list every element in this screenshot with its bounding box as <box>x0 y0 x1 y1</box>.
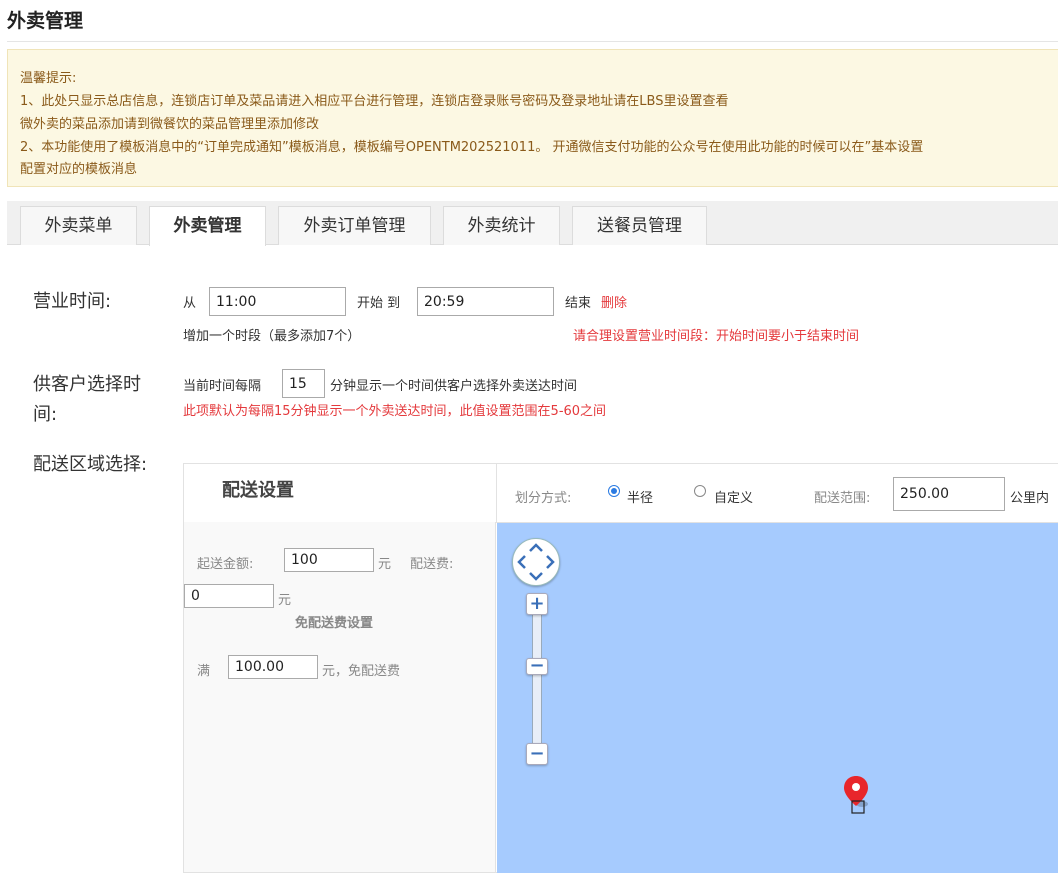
interval-suffix: 分钟显示一个时间供客户选择外卖送达时间 <box>330 379 578 394</box>
delivery-settings-title: 配送设置 <box>222 480 294 501</box>
free-delivery-title: 免配送费设置 <box>295 616 374 631</box>
map-zoom-handle[interactable]: − <box>526 657 548 675</box>
tab-order-management[interactable]: 外卖订单管理 <box>278 206 431 245</box>
start-to-label: 开始 到 <box>357 296 401 311</box>
notice-line-2: 微外卖的菜品添加请到微餐饮的菜品管理里添加修改 <box>20 117 320 132</box>
map-view[interactable] <box>497 523 1058 873</box>
tab-courier-management[interactable]: 送餐员管理 <box>572 206 707 245</box>
range-label: 配送范围: <box>814 491 871 506</box>
interval-prefix: 当前时间每隔 <box>183 379 262 394</box>
delivery-area-label: 配送区域选择: <box>33 454 148 475</box>
tab-takeout-management[interactable]: 外卖管理 <box>149 206 266 246</box>
division-method-label: 划分方式: <box>515 491 572 506</box>
add-time-slot-link[interactable]: 增加一个时段（最多添加7个） <box>183 325 360 344</box>
delete-slot-link[interactable]: 删除 <box>601 292 627 311</box>
time-warning: 请合理设置营业时间段：开始时间要小于结束时间 <box>573 329 860 344</box>
range-input[interactable] <box>893 477 1005 511</box>
from-label: 从 <box>183 296 197 311</box>
delivery-fee-input[interactable] <box>184 584 274 608</box>
min-amount-label: 起送金额: <box>197 557 254 572</box>
interval-hint: 此项默认为每隔15分钟显示一个外卖送达时间，此值设置范围在5-60之间 <box>183 404 607 419</box>
range-unit: 公里内 <box>1010 491 1050 506</box>
notice-line-4: 配置对应的模板消息 <box>20 162 138 177</box>
min-amount-unit: 元 <box>378 557 392 572</box>
map-marker-icon[interactable] <box>842 774 872 816</box>
custom-radio[interactable] <box>694 485 706 497</box>
delivery-fee-label: 配送费: <box>410 557 454 572</box>
start-time-input[interactable] <box>209 287 346 316</box>
notice-box: 温馨提示: 1、此处只显示总店信息，连锁店订单及菜品请进入相应平台进行管理，连锁… <box>7 49 1058 187</box>
min-amount-input[interactable] <box>284 548 374 572</box>
notice-line-3: 2、本功能使用了模板消息中的“订单完成通知”模板消息，模板编号OPENTM202… <box>20 140 924 155</box>
free-delivery-suffix: 元，免配送费 <box>322 664 401 679</box>
end-label: 结束 <box>565 296 592 311</box>
map-pan-control[interactable] <box>512 538 560 586</box>
tab-takeout-menu[interactable]: 外卖菜单 <box>20 206 137 245</box>
map-zoom-out-button[interactable]: − <box>526 743 548 765</box>
customer-time-label-2: 间: <box>33 404 58 425</box>
page-title: 外卖管理 <box>7 10 84 32</box>
fee-settings-panel <box>184 522 496 872</box>
free-delivery-threshold-input[interactable] <box>228 655 318 679</box>
tab-statistics[interactable]: 外卖统计 <box>443 206 560 245</box>
map-zoom-in-button[interactable]: + <box>526 593 548 615</box>
radius-radio[interactable] <box>608 485 620 497</box>
free-delivery-prefix: 满 <box>197 664 211 679</box>
map-zoom-slider[interactable] <box>532 614 542 744</box>
delivery-fee-unit: 元 <box>278 593 292 608</box>
business-hours-label: 营业时间: <box>33 291 112 312</box>
end-time-input[interactable] <box>417 287 554 316</box>
radius-option-label: 半径 <box>627 491 654 506</box>
customer-time-label-1: 供客户选择时 <box>33 374 141 395</box>
pan-arrows-icon <box>517 543 555 581</box>
notice-title: 温馨提示: <box>20 71 77 86</box>
notice-line-1: 1、此处只显示总店信息，连锁店订单及菜品请进入相应平台进行管理，连锁店登录账号密… <box>20 94 729 109</box>
title-divider <box>7 41 1058 42</box>
custom-option-label: 自定义 <box>714 491 754 506</box>
interval-input[interactable] <box>282 369 325 398</box>
header-vertical-divider <box>496 464 497 522</box>
